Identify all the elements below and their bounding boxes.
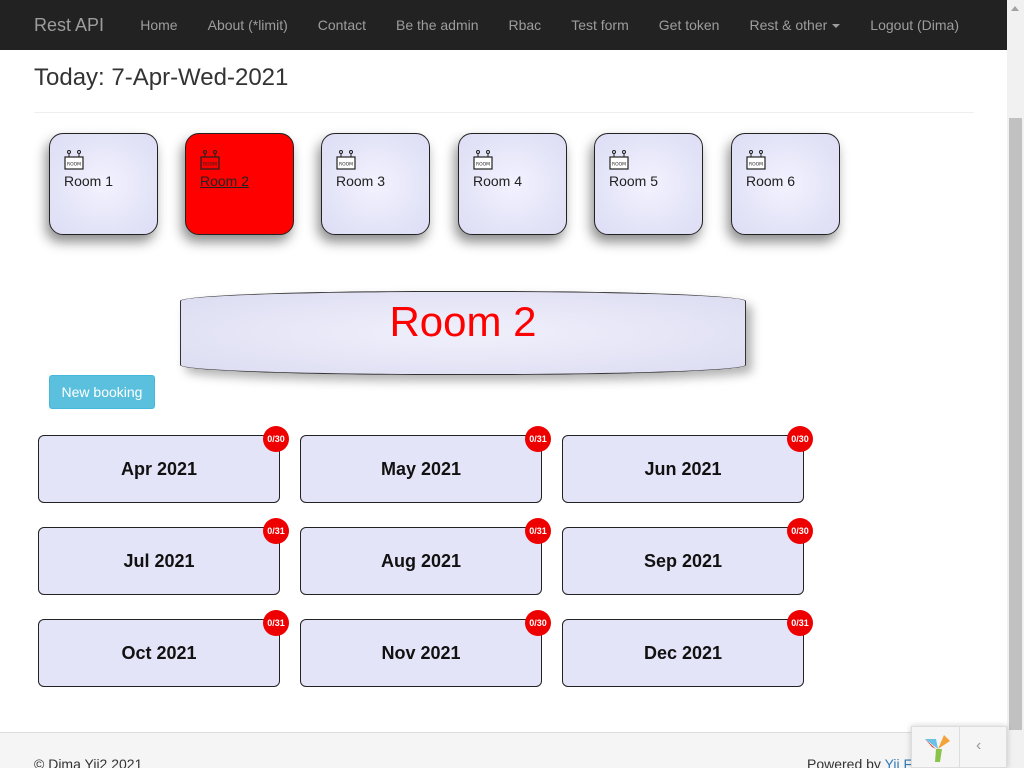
month-name: Oct 2021 — [121, 643, 197, 663]
booking-count-badge: 0/31 — [525, 426, 551, 452]
month-name: Aug 2021 — [380, 551, 462, 571]
booking-count-badge: 0/30 — [787, 426, 813, 452]
room-sign-icon: ROOM — [64, 150, 84, 170]
footer-powered-by: Powered by Yii F — [807, 756, 912, 768]
month-name: Sep 2021 — [643, 551, 723, 571]
month-card-jul-2021[interactable]: Jul 2021 0/31 — [38, 518, 289, 595]
room-icon-text: ROOM — [476, 162, 490, 168]
month-card-apr-2021[interactable]: Apr 2021 0/30 — [38, 426, 289, 503]
room-tile-2[interactable]: ROOM Room 2 — [185, 133, 294, 235]
nav-item-home[interactable]: Home — [125, 0, 192, 50]
navbar: Rest API Home About (*limit) Contact Be … — [0, 0, 1007, 50]
scroll-up-arrow-icon[interactable] — [1011, 6, 1019, 11]
room-sign-icon: ROOM — [609, 150, 629, 170]
nav-item-rbac[interactable]: Rbac — [494, 0, 557, 50]
chevron-left-icon[interactable]: ‹ — [976, 737, 981, 755]
nav-menu: Home About (*limit) Contact Be the admin… — [125, 0, 974, 50]
month-name: May 2021 — [380, 459, 462, 479]
room-label: Room 1 — [64, 173, 114, 189]
month-name: Dec 2021 — [643, 643, 723, 663]
month-card-dec-2021[interactable]: Dec 2021 0/31 — [562, 610, 813, 687]
yii-framework-link[interactable]: Yii F — [885, 756, 912, 768]
room-tile-6[interactable]: ROOM Room 6 — [731, 133, 840, 235]
room-label: Room 6 — [746, 173, 796, 189]
footer: © Dima Yii2 2021 Powered by Yii F — [0, 732, 1007, 768]
room-icon-text: ROOM — [749, 162, 763, 168]
month-name: Jun 2021 — [644, 459, 722, 479]
page-title: Today: 7-Apr-Wed-2021 — [34, 64, 289, 91]
room-icon-text: ROOM — [203, 162, 217, 168]
caret-down-icon — [832, 24, 841, 29]
nav-item-about[interactable]: About (*limit) — [193, 0, 303, 50]
room-tile-3[interactable]: ROOM Room 3 — [321, 133, 430, 235]
nav-item-be-the-admin[interactable]: Be the admin — [381, 0, 494, 50]
yii-logo-icon[interactable] — [922, 733, 952, 763]
room-sign-icon: ROOM — [336, 150, 356, 170]
month-name: Jul 2021 — [123, 551, 195, 571]
room-label: Room 4 — [473, 173, 523, 189]
scrollbar-thumb[interactable] — [1009, 118, 1022, 730]
month-card-oct-2021[interactable]: Oct 2021 0/31 — [38, 610, 289, 687]
nav-item-rest-other-label: Rest & other — [749, 17, 828, 33]
booking-count-badge: 0/31 — [263, 610, 289, 636]
nav-item-get-token[interactable]: Get token — [644, 0, 735, 50]
brand-link[interactable]: Rest API — [34, 15, 104, 36]
room-label: Room 3 — [336, 173, 386, 189]
divider — [34, 112, 974, 113]
powered-by-text: Powered by — [807, 756, 885, 768]
nav-item-rest-other-dropdown[interactable]: Rest & other — [734, 0, 855, 50]
room-tile-1[interactable]: ROOM Room 1 — [49, 133, 158, 235]
booking-count-badge: 0/30 — [263, 426, 289, 452]
month-name: Nov 2021 — [381, 643, 461, 663]
room-icon-text: ROOM — [339, 162, 353, 168]
nav-item-logout[interactable]: Logout (Dima) — [855, 0, 974, 50]
room-sign-icon: ROOM — [200, 150, 220, 170]
month-name: Apr 2021 — [120, 459, 198, 479]
room-icon-text: ROOM — [612, 162, 626, 168]
page-scrollbar[interactable] — [1007, 0, 1024, 768]
nav-item-contact[interactable]: Contact — [303, 0, 381, 50]
booking-count-badge: 0/30 — [525, 610, 551, 636]
booking-count-badge: 0/30 — [787, 518, 813, 544]
footer-copyright: © Dima Yii2 2021 — [34, 756, 143, 768]
room-tile-5[interactable]: ROOM Room 5 — [594, 133, 703, 235]
divider — [959, 727, 960, 768]
booking-count-badge: 0/31 — [787, 610, 813, 636]
new-booking-button[interactable]: New booking — [49, 375, 155, 409]
booking-count-badge: 0/31 — [525, 518, 551, 544]
nav-item-test-form[interactable]: Test form — [556, 0, 644, 50]
room-sign-icon: ROOM — [746, 150, 766, 170]
yii-debug-toolbar[interactable]: ‹ — [911, 726, 1007, 768]
booking-count-badge: 0/31 — [263, 518, 289, 544]
month-card-jun-2021[interactable]: Jun 2021 0/30 — [562, 426, 813, 503]
selected-room-title: Room 2 — [389, 298, 537, 345]
room-tile-4[interactable]: ROOM Room 4 — [458, 133, 567, 235]
selected-room-banner: Room 2 — [180, 291, 746, 375]
room-label: Room 2 — [200, 173, 250, 189]
month-card-nov-2021[interactable]: Nov 2021 0/30 — [300, 610, 551, 687]
month-card-may-2021[interactable]: May 2021 0/31 — [300, 426, 551, 503]
room-icon-text: ROOM — [67, 162, 81, 168]
month-card-sep-2021[interactable]: Sep 2021 0/30 — [562, 518, 813, 595]
room-label: Room 5 — [609, 173, 659, 189]
room-sign-icon: ROOM — [473, 150, 493, 170]
month-card-aug-2021[interactable]: Aug 2021 0/31 — [300, 518, 551, 595]
